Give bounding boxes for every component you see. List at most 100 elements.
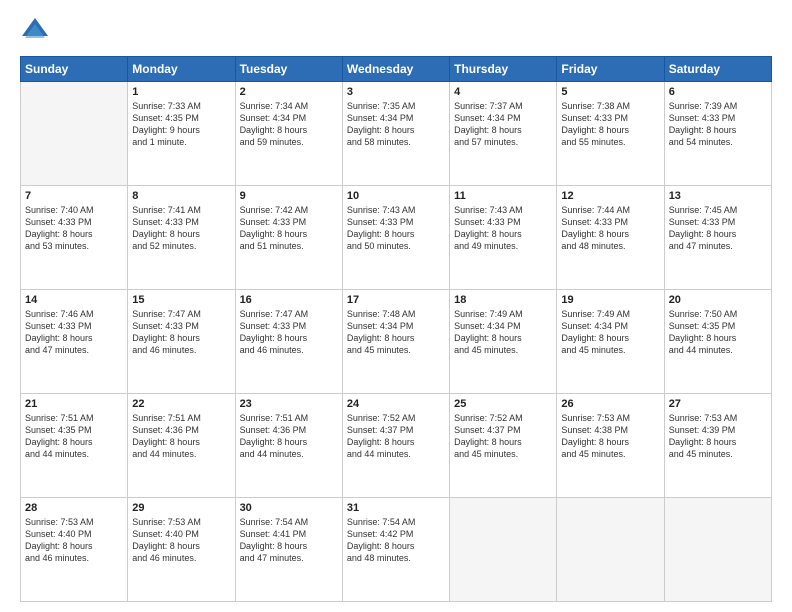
calendar-cell: 19Sunrise: 7:49 AM Sunset: 4:34 PM Dayli… bbox=[557, 290, 664, 394]
weekday-sunday: Sunday bbox=[21, 57, 128, 82]
calendar-cell: 13Sunrise: 7:45 AM Sunset: 4:33 PM Dayli… bbox=[664, 186, 771, 290]
calendar-cell: 30 Sunrise: 7:54 AM Sunset: 4:41 PM Dayli… bbox=[235, 498, 342, 602]
cell-details: Sunrise: 7:35 AM Sunset: 4:34 PM Dayligh… bbox=[347, 100, 445, 149]
day-number: 5 bbox=[561, 86, 659, 98]
day-number: 1 bbox=[132, 86, 230, 98]
weekday-saturday: Saturday bbox=[664, 57, 771, 82]
day-number: 23 bbox=[240, 398, 338, 410]
day-number: 12 bbox=[561, 190, 659, 202]
calendar-cell: 17 Sunrise: 7:48 AM Sunset: 4:34 PM Dayli… bbox=[342, 290, 449, 394]
cell-details: Sunrise: 7:39 AM Sunset: 4:33 PM Dayligh… bbox=[669, 100, 767, 149]
day-number: 27 bbox=[669, 398, 767, 410]
cell-details: Sunrise: 7:46 AM Sunset: 4:33 PM Dayligh… bbox=[25, 308, 123, 357]
calendar-cell: 15 Sunrise: 7:47 AM Sunset: 4:33 PM Dayli… bbox=[128, 290, 235, 394]
calendar-cell: 31 Sunrise: 7:54 AM Sunset: 4:42 PM Dayli… bbox=[342, 498, 449, 602]
day-number: 17 bbox=[347, 294, 445, 306]
calendar-cell: 28 Sunrise: 7:53 AM Sunset: 4:40 PM Dayli… bbox=[21, 498, 128, 602]
weekday-thursday: Thursday bbox=[450, 57, 557, 82]
day-number: 13 bbox=[669, 190, 767, 202]
day-number: 22 bbox=[132, 398, 230, 410]
calendar-cell bbox=[557, 498, 664, 602]
calendar-cell: 22 Sunrise: 7:51 AM Sunset: 4:36 PM Dayli… bbox=[128, 394, 235, 498]
cell-details: Sunrise: 7:33 AM Sunset: 4:35 PM Dayligh… bbox=[132, 100, 230, 149]
cell-details: Sunrise: 7:53 AM Sunset: 4:40 PM Dayligh… bbox=[132, 516, 230, 565]
calendar-cell: 20Sunrise: 7:50 AM Sunset: 4:35 PM Dayli… bbox=[664, 290, 771, 394]
calendar-cell: 4Sunrise: 7:37 AM Sunset: 4:34 PM Daylig… bbox=[450, 82, 557, 186]
calendar-cell: 10Sunrise: 7:43 AM Sunset: 4:33 PM Dayli… bbox=[342, 186, 449, 290]
day-number: 16 bbox=[240, 294, 338, 306]
weekday-tuesday: Tuesday bbox=[235, 57, 342, 82]
day-number: 6 bbox=[669, 86, 767, 98]
calendar-cell bbox=[664, 498, 771, 602]
week-row-2: 14 Sunrise: 7:46 AM Sunset: 4:33 PM Dayli… bbox=[21, 290, 772, 394]
cell-details: Sunrise: 7:44 AM Sunset: 4:33 PM Dayligh… bbox=[561, 204, 659, 253]
week-row-3: 21Sunrise: 7:51 AM Sunset: 4:35 PM Dayli… bbox=[21, 394, 772, 498]
weekday-monday: Monday bbox=[128, 57, 235, 82]
calendar-cell: 27 Sunrise: 7:53 AM Sunset: 4:39 PM Dayli… bbox=[664, 394, 771, 498]
calendar-cell: 5Sunrise: 7:38 AM Sunset: 4:33 PM Daylig… bbox=[557, 82, 664, 186]
calendar-header: SundayMondayTuesdayWednesdayThursdayFrid… bbox=[21, 57, 772, 82]
calendar-cell: 23Sunrise: 7:51 AM Sunset: 4:36 PM Dayli… bbox=[235, 394, 342, 498]
day-number: 31 bbox=[347, 502, 445, 514]
day-number: 30 bbox=[240, 502, 338, 514]
logo bbox=[20, 16, 54, 46]
cell-details: Sunrise: 7:52 AM Sunset: 4:37 PM Dayligh… bbox=[454, 412, 552, 461]
day-number: 25 bbox=[454, 398, 552, 410]
cell-details: Sunrise: 7:43 AM Sunset: 4:33 PM Dayligh… bbox=[454, 204, 552, 253]
cell-details: Sunrise: 7:53 AM Sunset: 4:39 PM Dayligh… bbox=[669, 412, 767, 461]
calendar-cell: 18 Sunrise: 7:49 AM Sunset: 4:34 PM Dayli… bbox=[450, 290, 557, 394]
day-number: 21 bbox=[25, 398, 123, 410]
calendar-cell: 9 Sunrise: 7:42 AM Sunset: 4:33 PM Daylig… bbox=[235, 186, 342, 290]
calendar-cell: 2Sunrise: 7:34 AM Sunset: 4:34 PM Daylig… bbox=[235, 82, 342, 186]
cell-details: Sunrise: 7:52 AM Sunset: 4:37 PM Dayligh… bbox=[347, 412, 445, 461]
page: SundayMondayTuesdayWednesdayThursdayFrid… bbox=[0, 0, 792, 612]
weekday-wednesday: Wednesday bbox=[342, 57, 449, 82]
cell-details: Sunrise: 7:51 AM Sunset: 4:36 PM Dayligh… bbox=[132, 412, 230, 461]
cell-details: Sunrise: 7:43 AM Sunset: 4:33 PM Dayligh… bbox=[347, 204, 445, 253]
day-number: 18 bbox=[454, 294, 552, 306]
cell-details: Sunrise: 7:48 AM Sunset: 4:34 PM Dayligh… bbox=[347, 308, 445, 357]
cell-details: Sunrise: 7:53 AM Sunset: 4:38 PM Dayligh… bbox=[561, 412, 659, 461]
calendar-cell bbox=[21, 82, 128, 186]
calendar-table: SundayMondayTuesdayWednesdayThursdayFrid… bbox=[20, 56, 772, 602]
week-row-1: 7 Sunrise: 7:40 AM Sunset: 4:33 PM Daylig… bbox=[21, 186, 772, 290]
day-number: 15 bbox=[132, 294, 230, 306]
calendar-cell: 11 Sunrise: 7:43 AM Sunset: 4:33 PM Dayli… bbox=[450, 186, 557, 290]
calendar-cell: 25 Sunrise: 7:52 AM Sunset: 4:37 PM Dayli… bbox=[450, 394, 557, 498]
cell-details: Sunrise: 7:54 AM Sunset: 4:42 PM Dayligh… bbox=[347, 516, 445, 565]
day-number: 7 bbox=[25, 190, 123, 202]
day-number: 29 bbox=[132, 502, 230, 514]
weekday-friday: Friday bbox=[557, 57, 664, 82]
day-number: 8 bbox=[132, 190, 230, 202]
day-number: 26 bbox=[561, 398, 659, 410]
week-row-4: 28 Sunrise: 7:53 AM Sunset: 4:40 PM Dayli… bbox=[21, 498, 772, 602]
cell-details: Sunrise: 7:40 AM Sunset: 4:33 PM Dayligh… bbox=[25, 204, 123, 253]
calendar-cell: 14 Sunrise: 7:46 AM Sunset: 4:33 PM Dayli… bbox=[21, 290, 128, 394]
cell-details: Sunrise: 7:47 AM Sunset: 4:33 PM Dayligh… bbox=[132, 308, 230, 357]
cell-details: Sunrise: 7:49 AM Sunset: 4:34 PM Dayligh… bbox=[454, 308, 552, 357]
cell-details: Sunrise: 7:53 AM Sunset: 4:40 PM Dayligh… bbox=[25, 516, 123, 565]
day-number: 19 bbox=[561, 294, 659, 306]
logo-icon bbox=[20, 16, 50, 46]
day-number: 24 bbox=[347, 398, 445, 410]
calendar-cell: 24 Sunrise: 7:52 AM Sunset: 4:37 PM Dayli… bbox=[342, 394, 449, 498]
calendar-cell: 6 Sunrise: 7:39 AM Sunset: 4:33 PM Daylig… bbox=[664, 82, 771, 186]
calendar-cell: 21Sunrise: 7:51 AM Sunset: 4:35 PM Dayli… bbox=[21, 394, 128, 498]
cell-details: Sunrise: 7:42 AM Sunset: 4:33 PM Dayligh… bbox=[240, 204, 338, 253]
cell-details: Sunrise: 7:54 AM Sunset: 4:41 PM Dayligh… bbox=[240, 516, 338, 565]
calendar-cell: 1 Sunrise: 7:33 AM Sunset: 4:35 PM Daylig… bbox=[128, 82, 235, 186]
day-number: 28 bbox=[25, 502, 123, 514]
calendar-cell: 16Sunrise: 7:47 AM Sunset: 4:33 PM Dayli… bbox=[235, 290, 342, 394]
header bbox=[20, 16, 772, 46]
calendar-cell: 7 Sunrise: 7:40 AM Sunset: 4:33 PM Daylig… bbox=[21, 186, 128, 290]
day-number: 9 bbox=[240, 190, 338, 202]
calendar-cell: 29 Sunrise: 7:53 AM Sunset: 4:40 PM Dayli… bbox=[128, 498, 235, 602]
day-number: 3 bbox=[347, 86, 445, 98]
day-number: 11 bbox=[454, 190, 552, 202]
week-row-0: 1 Sunrise: 7:33 AM Sunset: 4:35 PM Daylig… bbox=[21, 82, 772, 186]
day-number: 2 bbox=[240, 86, 338, 98]
cell-details: Sunrise: 7:37 AM Sunset: 4:34 PM Dayligh… bbox=[454, 100, 552, 149]
day-number: 14 bbox=[25, 294, 123, 306]
calendar-cell bbox=[450, 498, 557, 602]
weekday-header-row: SundayMondayTuesdayWednesdayThursdayFrid… bbox=[21, 57, 772, 82]
